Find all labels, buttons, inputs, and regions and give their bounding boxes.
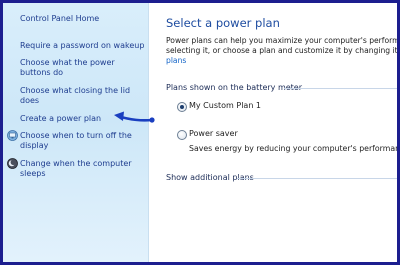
plan-description-power-saver: Saves energy by reducing your computer's… [189, 144, 400, 153]
page-title: Select a power plan [166, 16, 280, 30]
link-text-line2: display [20, 141, 49, 150]
sleep-moon-icon [7, 158, 18, 169]
show-additional-divider [237, 178, 397, 179]
plan-radio-power-saver[interactable] [177, 130, 187, 140]
require-password-link[interactable]: Require a password on wakeup [20, 41, 144, 51]
create-power-plan-link[interactable]: Create a power plan [20, 114, 101, 124]
plan-radio-my-custom-plan[interactable] [177, 102, 187, 112]
control-panel-home-link[interactable]: Control Panel Home [20, 14, 99, 24]
power-buttons-link[interactable]: Choose what the power buttons do [20, 58, 115, 78]
link-text-line1: Choose when to turn off the [20, 131, 132, 140]
link-text: Create a power plan [20, 114, 102, 123]
main-content: Select a power plan Power plans can help… [148, 3, 397, 262]
link-text-line2: does [20, 96, 40, 105]
link-text-line1: Choose what closing the lid [20, 86, 131, 95]
section-divider [284, 88, 397, 89]
link-text-line2: buttons do [20, 68, 64, 77]
radio-selected-dot [180, 105, 184, 109]
display-icon [7, 130, 18, 141]
plan-label-power-saver[interactable]: Power saver [189, 129, 238, 138]
computer-sleeps-link[interactable]: Change when the computer sleeps [20, 159, 132, 179]
blue-pointer-arrow-icon [114, 111, 155, 123]
link-text-line1: Choose what the power [20, 58, 115, 67]
closing-lid-link[interactable]: Choose what closing the lid does [20, 86, 130, 106]
control-panel-window: Control Panel Home Require a password on… [0, 0, 400, 265]
link-text-line1: Change when the computer [20, 159, 132, 168]
turn-off-display-link[interactable]: Choose when to turn off the display [20, 131, 132, 151]
plans-link[interactable]: plans [166, 56, 397, 66]
description-line1: Power plans can help you maximize your c… [166, 36, 400, 45]
page-description: Power plans can help you maximize your c… [166, 36, 400, 66]
link-text-line2: sleeps [20, 169, 46, 178]
description-line2: selecting it, or choose a plan and custo… [166, 46, 400, 55]
plan-label-my-custom-plan[interactable]: My Custom Plan 1 [189, 101, 261, 110]
link-text: Require a password on wakeup [20, 41, 145, 50]
sidebar: Control Panel Home Require a password on… [3, 3, 148, 262]
battery-meter-section-label: Plans shown on the battery meter [166, 83, 303, 92]
